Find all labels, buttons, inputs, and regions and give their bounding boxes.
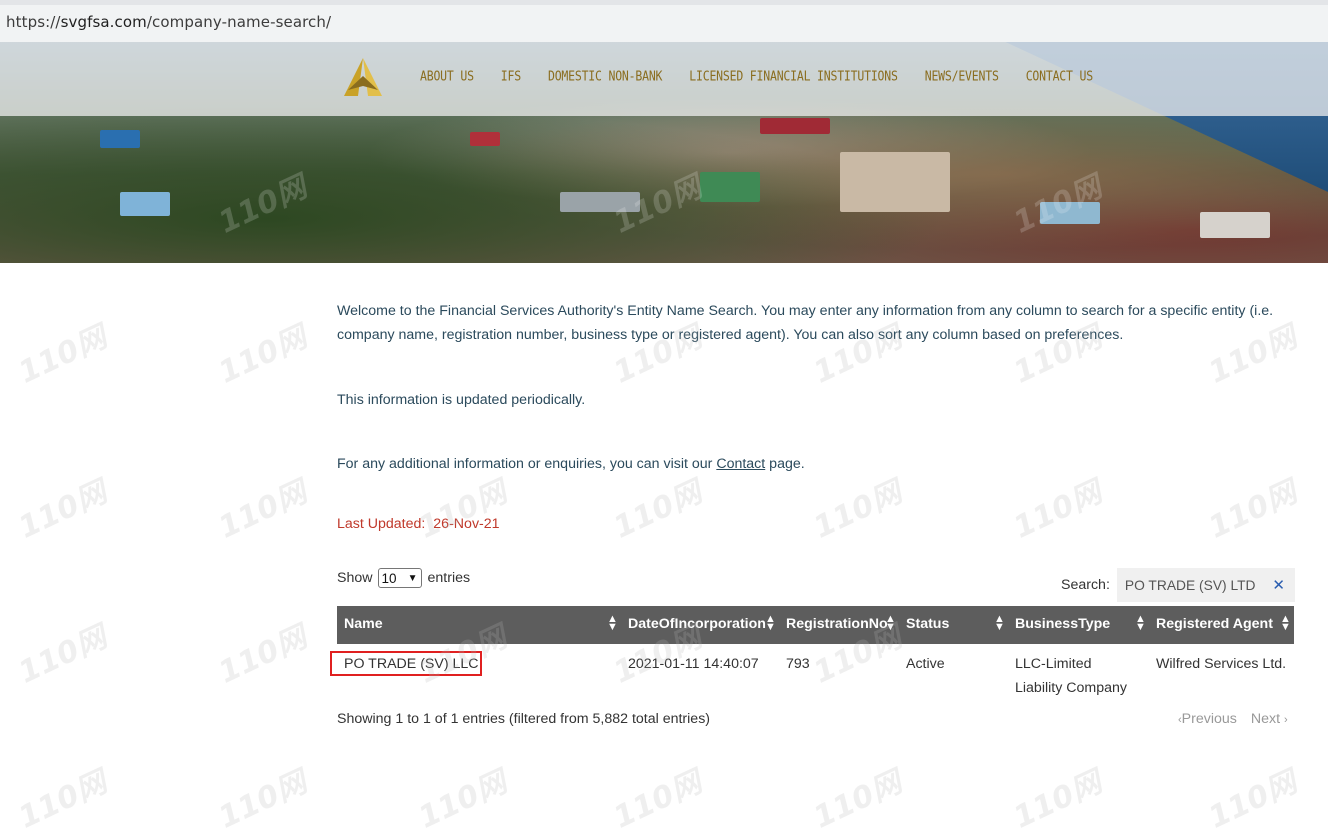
contact-note-text: For any additional information or enquir… [337,456,717,472]
watermark: 110网 [413,764,513,836]
watermark: 110网 [213,319,313,391]
search-input[interactable]: PO TRADE (SV) LTD ✕ [1116,568,1295,602]
previous-label: Previous [1181,711,1237,727]
watermark: 110网 [213,764,313,836]
business-type-line1: LLC-Limited [1015,656,1092,672]
last-updated: Last Updated: 26-Nov-21 [337,516,500,532]
watermark: 110网 [13,474,113,546]
watermark: 110网 [1203,474,1303,546]
top-navigation-bar: ABOUT US IFS DOMESTIC NON-BANK LICENSED … [0,42,1328,116]
page-size-control: Show 10 ▼ entries [337,568,470,588]
main-nav: ABOUT US IFS DOMESTIC NON-BANK LICENSED … [420,68,1120,84]
url-text[interactable]: https://svgfsa.com/company-name-search/ [6,13,331,31]
previous-button[interactable]: ‹Previous [1178,711,1237,727]
watermark: 110网 [13,319,113,391]
watermark: 110网 [808,764,908,836]
cell-registered-agent: Wilfred Services Ltd. [1156,656,1287,672]
cell-registration: 793 [786,656,810,672]
roof-shape [760,118,830,134]
last-updated-value: 26-Nov-21 [433,516,500,532]
cell-date: 2021-01-11 14:40:07 [628,656,759,672]
update-note: This information is updated periodically… [337,392,586,408]
column-header-registration[interactable]: RegistrationNo [786,616,888,632]
column-header-name[interactable]: Name [344,616,383,632]
last-updated-label: Last Updated: [337,516,426,532]
roof-shape [100,130,140,148]
watermark: 110网 [808,474,908,546]
next-button[interactable]: Next › [1251,711,1288,727]
contact-link[interactable]: Contact [716,456,765,472]
sort-icon[interactable]: ▲ ▼ [1280,614,1291,633]
svgfsa-logo-icon[interactable] [338,56,388,100]
table-header: Name ▲ ▼ DateOfIncorporation ▲ ▼ Registrat… [337,606,1294,644]
sort-icon[interactable]: ▲ ▼ [1135,614,1146,633]
nav-item-ifs[interactable]: IFS [501,68,521,84]
contact-note-suffix: page. [765,456,805,472]
watermark: 110网 [213,619,313,691]
intro-paragraph: Welcome to the Financial Services Author… [337,303,1274,343]
sort-icon[interactable]: ▲ ▼ [885,614,896,633]
roof-shape [470,132,500,146]
roof-shape [120,192,170,216]
highlight-annotation-box [330,651,482,676]
watermark: 110网 [13,764,113,836]
roof-shape [1200,212,1270,238]
watermark: 110网 [13,619,113,691]
watermark: 110网 [213,474,313,546]
search-label: Search: [1061,577,1110,593]
watermark: 110网 [1008,764,1108,836]
contact-note: For any additional information or enquir… [337,452,805,476]
chevron-right-icon: › [1284,714,1288,726]
watermark: 110网 [413,474,513,546]
column-header-status[interactable]: Status [906,616,949,632]
search-input-value: PO TRADE (SV) LTD [1124,577,1256,593]
show-label: Show [337,570,373,586]
cell-business-type: LLC-Limited Liability Company [1015,652,1127,700]
page-size-select[interactable]: 10 ▼ [377,568,422,588]
business-type-line2: Liability Company [1015,680,1127,696]
sort-icon[interactable]: ▲ ▼ [765,614,776,633]
column-header-date[interactable]: DateOfIncorporation [628,616,766,632]
sort-icon[interactable]: ▲ ▼ [607,614,618,633]
column-header-registered-agent[interactable]: Registered Agent [1156,616,1273,632]
roof-shape [700,172,760,202]
nav-item-contact-us[interactable]: CONTACT US [1026,68,1093,84]
watermark: 110网 [608,474,708,546]
watermark: 110网 [608,764,708,836]
cell-status: Active [906,656,945,672]
pagination: ‹Previous Next › [1178,711,1288,727]
sort-icon[interactable]: ▲ ▼ [994,614,1005,633]
page-size-value: 10 [381,570,397,586]
column-header-business-type[interactable]: BusinessType [1015,616,1110,632]
nav-item-licensed-financial-institutions[interactable]: LICENSED FINANCIAL INSTITUTIONS [689,68,898,84]
roof-shape [840,152,950,212]
watermark: 110网 [1008,474,1108,546]
table-info: Showing 1 to 1 of 1 entries (filtered fr… [337,711,711,727]
entries-label: entries [427,570,471,586]
table-search: Search: PO TRADE (SV) LTD ✕ [1061,568,1295,602]
hero-banner: ABOUT US IFS DOMESTIC NON-BANK LICENSED … [0,42,1328,263]
nav-item-about-us[interactable]: ABOUT US [420,68,474,84]
nav-item-domestic-non-bank[interactable]: DOMESTIC NON-BANK [548,68,663,84]
nav-item-news-events[interactable]: NEWS/EVENTS [925,68,999,84]
roof-shape [1040,202,1100,224]
clear-search-icon[interactable]: ✕ [1272,576,1285,594]
next-label: Next [1250,711,1281,727]
chevron-down-icon: ▼ [407,572,418,584]
roof-shape [560,192,640,212]
address-bar[interactable]: https://svgfsa.com/company-name-search/ [0,0,1328,42]
watermark: 110网 [1203,764,1303,836]
